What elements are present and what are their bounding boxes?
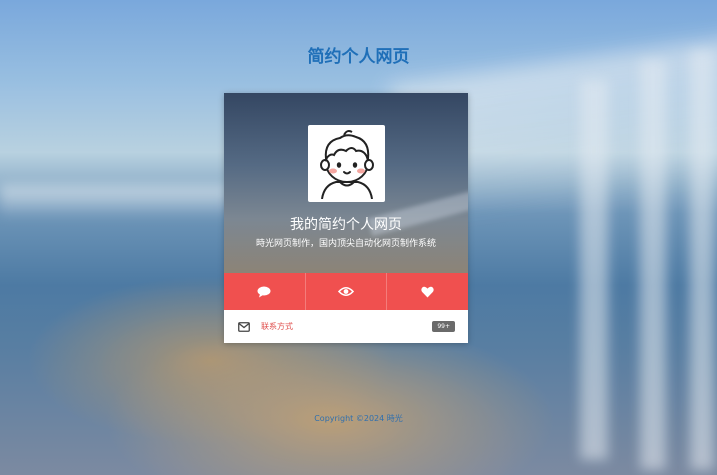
eye-icon: [338, 286, 354, 297]
action-bar: [224, 273, 468, 310]
card-subtitle: 時光网页制作，国内顶尖自动化网页制作系统: [255, 239, 436, 249]
comment-button[interactable]: [224, 273, 306, 310]
view-button[interactable]: [306, 273, 388, 310]
like-button[interactable]: [387, 273, 468, 310]
contact-label: 联系方式: [261, 322, 293, 331]
card-hero: 我的简约个人网页 時光网页制作，国内顶尖自动化网页制作系统: [224, 93, 468, 273]
avatar: [308, 125, 385, 202]
comment-icon: [257, 286, 271, 297]
notification-badge: 99+: [432, 321, 455, 332]
profile-card: 我的简约个人网页 時光网页制作，国内顶尖自动化网页制作系统 联系方式 99+: [224, 93, 468, 343]
avatar-illustration: [319, 129, 374, 199]
mail-icon: [238, 321, 250, 332]
heart-icon: [421, 286, 434, 297]
card-title: 我的简约个人网页: [290, 217, 402, 233]
page-title: 简约个人网页: [307, 47, 410, 67]
footer-copyright: Copyright ©2024 時光: [314, 414, 403, 423]
contact-row[interactable]: 联系方式 99+: [224, 310, 468, 343]
